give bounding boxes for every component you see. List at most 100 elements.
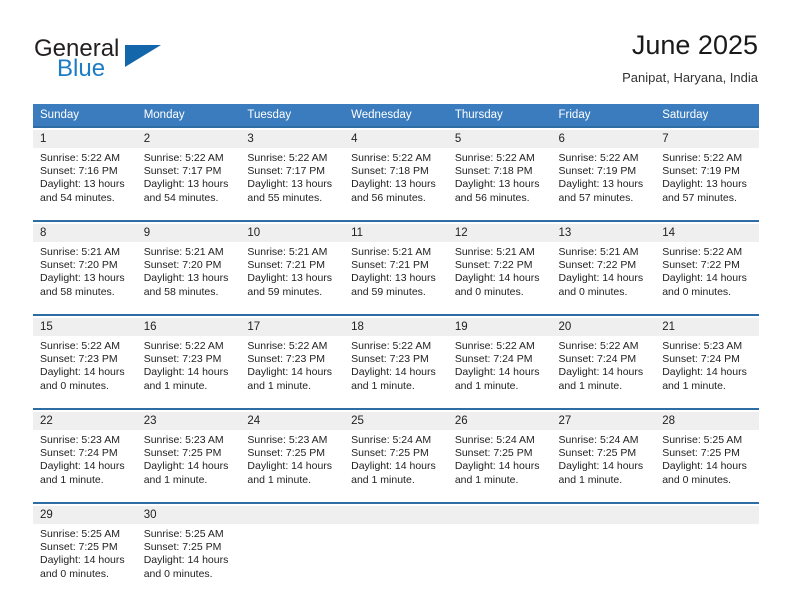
daylight-text-line1: Daylight: 14 hours [454,366,540,379]
calendar-day-cell[interactable]: 6 Sunrise: 5:22 AM Sunset: 7:19 PM Daylight… [551,130,656,210]
calendar-day-cell[interactable]: 18 Sunrise: 5:22 AM Sunset: 7:23 PM Dayligh… [344,318,448,398]
calendar-day-cell[interactable]: 16 Sunrise: 5:22 AM Sunset: 7:23 PM Dayligh… [136,318,241,398]
calendar-day-cell[interactable]: 12 Sunrise: 5:21 AM Sunset: 7:22 PM Dayligh… [447,224,552,304]
sunset-text: Sunset: 7:25 PM [454,447,533,460]
sunset-text: Sunset: 7:20 PM [143,259,222,272]
calendar-page: General Blue June 2025 Panipat, Haryana,… [0,0,792,612]
calendar-day-cell[interactable]: 14 Sunrise: 5:22 AM Sunset: 7:22 PM Dayligh… [655,224,759,304]
calendar-day-cell[interactable]: 11 Sunrise: 5:21 AM Sunset: 7:21 PM Dayligh… [344,224,448,304]
sunrise-text: Sunrise: 5:23 AM [143,434,224,446]
day-number: 18 [344,318,448,336]
calendar-week-row: 22 Sunrise: 5:23 AM Sunset: 7:24 PM Dayligh… [33,412,759,492]
calendar-day-cell[interactable]: 1 Sunrise: 5:22 AM Sunset: 7:16 PM Daylight… [33,130,137,210]
sunset-text: Sunset: 7:24 PM [662,353,740,366]
day-number: 19 [447,318,552,336]
sunrise-text: Sunrise: 5:21 AM [558,246,639,258]
day-details: Sunrise: 5:22 AM Sunset: 7:23 PM Daylight:… [344,336,448,393]
calendar-body: 1 Sunrise: 5:22 AM Sunset: 7:16 PM Daylight… [33,126,759,586]
calendar-week-row: 1 Sunrise: 5:22 AM Sunset: 7:16 PM Daylight… [33,130,759,210]
daylight-text-line2: and 1 minute. [143,379,208,392]
day-cell-inner: 18 Sunrise: 5:22 AM Sunset: 7:23 PM Dayligh… [344,318,448,398]
calendar-day-cell[interactable]: 20 Sunrise: 5:22 AM Sunset: 7:24 PM Dayligh… [551,318,656,398]
daylight-text-line2: and 1 minute. [40,473,104,486]
daylight-text-line2: and 1 minute. [454,473,519,486]
day-number: 8 [33,224,137,242]
day-cell-inner: 13 Sunrise: 5:21 AM Sunset: 7:22 PM Dayligh… [551,224,656,304]
calendar-day-cell[interactable]: 29 Sunrise: 5:25 AM Sunset: 7:25 PM Dayligh… [33,506,137,586]
calendar-day-cell[interactable]: 5 Sunrise: 5:22 AM Sunset: 7:18 PM Daylight… [447,130,552,210]
calendar-day-cell[interactable]: 13 Sunrise: 5:21 AM Sunset: 7:22 PM Dayligh… [551,224,656,304]
day-details: Sunrise: 5:22 AM Sunset: 7:23 PM Daylight:… [33,336,137,393]
calendar-day-cell[interactable]: 30 Sunrise: 5:25 AM Sunset: 7:25 PM Dayligh… [136,506,241,586]
calendar-day-cell[interactable]: 4 Sunrise: 5:22 AM Sunset: 7:18 PM Daylight… [344,130,448,210]
sunrise-text: Sunrise: 5:22 AM [558,152,639,164]
calendar-day-cell[interactable]: 10 Sunrise: 5:21 AM Sunset: 7:21 PM Dayligh… [240,224,345,304]
day-details: Sunrise: 5:22 AM Sunset: 7:19 PM Daylight:… [655,148,759,205]
daylight-text-line2: and 1 minute. [247,473,312,486]
daylight-text-line1: Daylight: 14 hours [662,460,747,473]
sunset-text: Sunset: 7:25 PM [351,447,429,460]
sunset-text: Sunset: 7:22 PM [558,259,637,272]
calendar-day-cell[interactable]: 28 Sunrise: 5:25 AM Sunset: 7:25 PM Dayligh… [655,412,759,492]
calendar-day-cell[interactable]: 22 Sunrise: 5:23 AM Sunset: 7:24 PM Dayligh… [33,412,137,492]
day-cell-inner [551,506,656,586]
daylight-text-line1: Daylight: 13 hours [143,272,229,285]
daylight-text-line2: and 1 minute. [558,473,623,486]
day-number: 6 [551,130,656,148]
day-cell-inner: 11 Sunrise: 5:21 AM Sunset: 7:21 PM Dayligh… [344,224,448,304]
day-details: Sunrise: 5:23 AM Sunset: 7:24 PM Daylight:… [655,336,759,393]
day-number: 9 [136,224,241,242]
calendar-day-cell[interactable]: 23 Sunrise: 5:23 AM Sunset: 7:25 PM Dayligh… [136,412,241,492]
sunrise-text: Sunrise: 5:22 AM [40,152,120,164]
daylight-text-line2: and 1 minute. [247,379,312,392]
general-blue-logo[interactable]: General Blue [34,36,214,86]
day-cell-inner [447,506,552,586]
calendar-day-cell-empty [447,506,552,586]
day-cell-inner: 20 Sunrise: 5:22 AM Sunset: 7:24 PM Dayligh… [551,318,656,398]
day-cell-inner: 9 Sunrise: 5:21 AM Sunset: 7:20 PM Daylight… [136,224,241,304]
calendar-day-cell[interactable]: 26 Sunrise: 5:24 AM Sunset: 7:25 PM Dayligh… [447,412,552,492]
calendar-day-cell[interactable]: 25 Sunrise: 5:24 AM Sunset: 7:25 PM Dayligh… [344,412,448,492]
day-cell-inner: 24 Sunrise: 5:23 AM Sunset: 7:25 PM Dayligh… [240,412,345,492]
week-gap [33,492,759,503]
sunset-text: Sunset: 7:16 PM [40,165,118,178]
calendar-day-cell[interactable]: 19 Sunrise: 5:22 AM Sunset: 7:24 PM Dayligh… [447,318,552,398]
calendar-day-cell[interactable]: 9 Sunrise: 5:21 AM Sunset: 7:20 PM Daylight… [136,224,241,304]
sunrise-text: Sunrise: 5:22 AM [143,340,224,352]
calendar-day-cell[interactable]: 17 Sunrise: 5:22 AM Sunset: 7:23 PM Dayligh… [240,318,345,398]
week-gap-cell [33,398,759,409]
day-details: Sunrise: 5:21 AM Sunset: 7:22 PM Daylight:… [552,242,656,299]
daylight-text-line2: and 1 minute. [351,473,415,486]
day-number: 2 [136,130,241,148]
calendar-day-cell[interactable]: 21 Sunrise: 5:23 AM Sunset: 7:24 PM Dayligh… [655,318,759,398]
daylight-text-line2: and 59 minutes. [247,285,323,298]
day-cell-inner: 8 Sunrise: 5:21 AM Sunset: 7:20 PM Daylight… [33,224,137,304]
sunrise-text: Sunrise: 5:21 AM [351,246,432,258]
daylight-text-line1: Daylight: 13 hours [40,178,125,191]
sunset-text: Sunset: 7:22 PM [662,259,740,272]
sunset-text: Sunset: 7:24 PM [454,353,533,366]
sunset-text: Sunset: 7:20 PM [40,259,118,272]
day-details: Sunrise: 5:23 AM Sunset: 7:24 PM Daylight:… [33,430,137,487]
sunset-text: Sunset: 7:19 PM [662,165,740,178]
calendar-day-cell[interactable]: 2 Sunrise: 5:22 AM Sunset: 7:17 PM Daylight… [136,130,241,210]
day-details: Sunrise: 5:25 AM Sunset: 7:25 PM Daylight:… [655,430,759,487]
calendar-day-cell[interactable]: 8 Sunrise: 5:21 AM Sunset: 7:20 PM Daylight… [33,224,137,304]
weekday-header-friday: Friday [551,104,656,127]
day-details: Sunrise: 5:25 AM Sunset: 7:25 PM Daylight:… [33,524,137,581]
weekday-header-monday: Monday [136,104,241,127]
week-gap-cell [33,210,759,221]
daylight-text-line1: Daylight: 14 hours [40,554,125,567]
day-details: Sunrise: 5:25 AM Sunset: 7:25 PM Daylight:… [137,524,241,581]
daylight-text-line2: and 57 minutes. [558,191,634,204]
day-number: 29 [33,506,137,524]
sunset-text: Sunset: 7:18 PM [351,165,429,178]
calendar-day-cell[interactable]: 3 Sunrise: 5:22 AM Sunset: 7:17 PM Daylight… [240,130,345,210]
calendar-day-cell[interactable]: 7 Sunrise: 5:22 AM Sunset: 7:19 PM Daylight… [655,130,759,210]
calendar-day-cell[interactable]: 24 Sunrise: 5:23 AM Sunset: 7:25 PM Dayligh… [240,412,345,492]
calendar-day-cell[interactable]: 15 Sunrise: 5:22 AM Sunset: 7:23 PM Dayligh… [33,318,137,398]
calendar-day-cell[interactable]: 27 Sunrise: 5:24 AM Sunset: 7:25 PM Dayligh… [551,412,656,492]
page-title: June 2025 [631,30,758,60]
sunrise-text: Sunrise: 5:23 AM [40,434,120,446]
day-cell-inner: 7 Sunrise: 5:22 AM Sunset: 7:19 PM Daylight… [655,130,759,210]
